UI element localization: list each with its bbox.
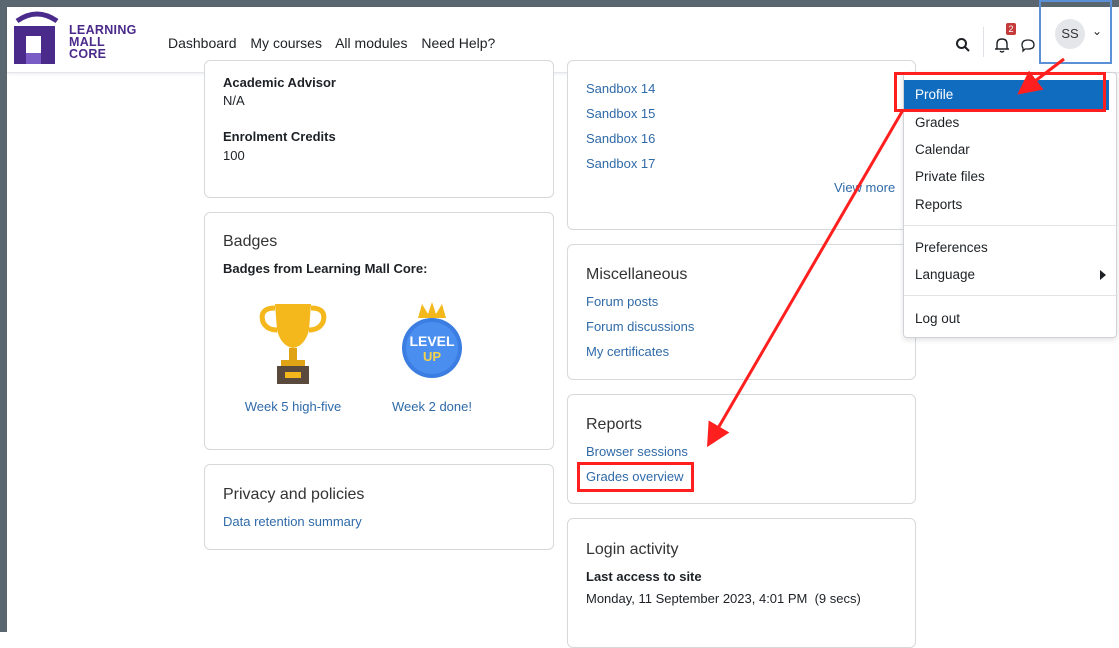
annotation-arrows [706,57,1065,448]
annotation-arrow-to-profile [1017,57,1065,95]
annotation-arrow-to-grades-overview [706,109,905,448]
